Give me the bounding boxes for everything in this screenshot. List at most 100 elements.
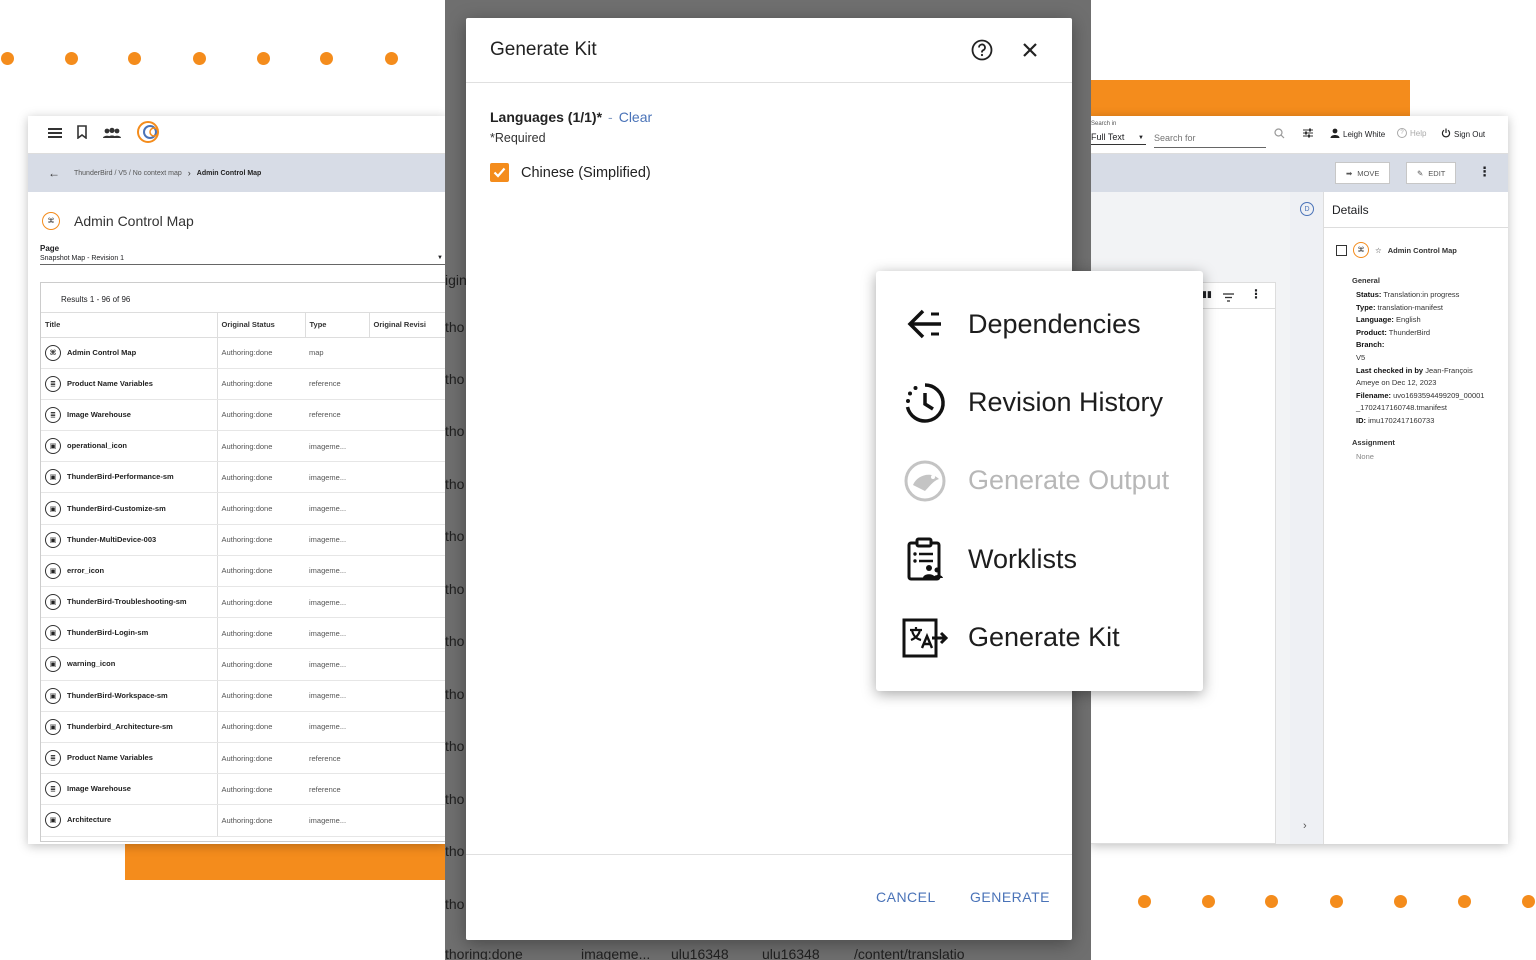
menu-item-label: Revision History xyxy=(968,387,1164,418)
table-row[interactable]: ▣ ThunderBird-Login-sm Authoring:done image… xyxy=(41,617,446,650)
table-row[interactable]: ▣ warning_icon Authoring:done imageme... xyxy=(41,648,446,681)
cell-title[interactable]: ▣ ThunderBird-Troubleshooting-sm xyxy=(41,586,217,619)
column-header-revision[interactable]: Original Revisi xyxy=(368,313,446,338)
details-field-key: Language: xyxy=(1356,315,1394,325)
help-icon: ? xyxy=(1397,128,1407,138)
cell-revision xyxy=(369,680,446,712)
breadcrumb-path[interactable]: ThunderBird / V5 / No context map xyxy=(74,170,182,177)
menu-item-worklists[interactable]: Worklists xyxy=(876,520,1203,598)
menu-item-generate-output[interactable]: Generate Output xyxy=(876,442,1203,520)
cell-title-text: error_icon xyxy=(67,565,105,575)
details-field: Branch: xyxy=(1336,339,1506,352)
search-in-select[interactable]: Full Text ▼ xyxy=(1091,132,1146,145)
image-icon: ▣ xyxy=(45,438,61,455)
table-row[interactable]: ▣ operational_icon Authoring:done imageme..… xyxy=(41,430,446,463)
table-row[interactable]: ▣ ThunderBird-Performance-sm Authoring:don… xyxy=(41,461,446,494)
power-icon xyxy=(1441,128,1451,140)
users-icon[interactable] xyxy=(102,126,122,144)
cell-title[interactable]: ≣ Product Name Variables xyxy=(41,742,217,775)
filter-settings-icon[interactable] xyxy=(1302,127,1314,141)
table-row[interactable]: ≣ Image Warehouse Authoring:done reference xyxy=(41,773,446,806)
image-icon: ▣ xyxy=(45,500,61,517)
cell-title[interactable]: ▣ operational_icon xyxy=(41,430,217,463)
more-vertical-icon[interactable]: ⋮ xyxy=(1478,164,1491,180)
help-link[interactable]: ? Help xyxy=(1397,128,1426,138)
columns-icon[interactable]: ▮▮ xyxy=(1202,289,1212,300)
map-icon: ⌘ xyxy=(1353,242,1369,258)
generate-button[interactable]: GENERATE xyxy=(970,889,1050,905)
cell-title[interactable]: ▣ Thunder-MultiDevice-003 xyxy=(41,524,217,556)
map-icon: ⌘ xyxy=(45,344,61,361)
cell-status: Authoring:done xyxy=(216,492,305,525)
table-row[interactable]: ▣ Thunder-MultiDevice-003 Authoring:done im… xyxy=(41,524,446,556)
sign-out-button[interactable]: Sign Out xyxy=(1441,128,1485,140)
cell-title[interactable]: ▣ error_icon xyxy=(41,555,217,588)
move-button[interactable]: ➡ MOVE xyxy=(1335,162,1391,184)
bookmark-icon[interactable] xyxy=(76,125,88,144)
cell-title[interactable]: ▣ Thunderbird_Architecture-sm xyxy=(41,711,217,743)
column-header-title[interactable]: Title xyxy=(41,313,217,338)
table-row[interactable]: ▣ Architecture Authoring:done imageme... xyxy=(41,804,446,837)
details-field-value: uvo1693594499209_00001 xyxy=(1393,390,1485,400)
details-field: Filename: uvo1693594499209_00001 xyxy=(1336,390,1506,403)
user-menu[interactable]: Leigh White xyxy=(1330,128,1385,140)
star-icon[interactable]: ☆ xyxy=(1375,246,1382,255)
cell-title[interactable]: ▣ ThunderBird-Customize-sm xyxy=(41,492,217,525)
select-checkbox[interactable] xyxy=(1336,244,1347,256)
table-row[interactable]: ≣ Product Name Variables Authoring:done ref… xyxy=(41,742,446,775)
table-row[interactable]: ≣ Image Warehouse Authoring:done reference xyxy=(41,399,446,432)
back-arrow-icon[interactable]: ← xyxy=(48,166,60,180)
search-input[interactable] xyxy=(1154,128,1266,148)
search-icon[interactable] xyxy=(1274,128,1285,141)
details-rail-badge[interactable]: D xyxy=(1300,202,1314,216)
cell-title[interactable]: ⌘ Admin Control Map xyxy=(41,337,217,369)
language-checkbox[interactable] xyxy=(490,163,509,182)
clear-link[interactable]: Clear xyxy=(619,109,652,125)
language-option[interactable]: Chinese (Simplified) xyxy=(466,145,1072,182)
table-row[interactable]: ▣ Thunderbird_Architecture-sm Authoring:do… xyxy=(41,711,446,743)
results-table: Title Original Status Type Original Revi… xyxy=(41,313,446,837)
image-icon: ▣ xyxy=(45,812,61,829)
table-row[interactable]: ▣ error_icon Authoring:done imageme... xyxy=(41,555,446,588)
column-header-status[interactable]: Original Status xyxy=(216,313,305,338)
cell-title[interactable]: ▣ ThunderBird-Performance-sm xyxy=(41,461,217,494)
table-row[interactable]: ▣ ThunderBird-Troubleshooting-sm Authoring… xyxy=(41,586,446,619)
hamburger-menu-icon[interactable] xyxy=(48,126,62,144)
cell-title[interactable]: ▣ warning_icon xyxy=(41,648,217,681)
grid-more-icon[interactable]: ⋮ xyxy=(1250,287,1262,301)
menu-item-dependencies[interactable]: Dependencies xyxy=(876,285,1203,363)
cell-type: imageme... xyxy=(305,524,369,556)
cancel-button[interactable]: CANCEL xyxy=(876,889,936,905)
cell-title[interactable]: ▣ ThunderBird-Login-sm xyxy=(41,617,217,650)
column-header-type[interactable]: Type xyxy=(304,313,369,338)
cell-status: Authoring:done xyxy=(216,461,305,494)
cell-revision xyxy=(369,773,446,806)
help-circle-icon[interactable] xyxy=(964,32,1000,68)
page-select[interactable]: Snapshot Map - Revision 1 ▼ xyxy=(40,255,445,265)
table-row[interactable]: ▣ ThunderBird-Customize-sm Authoring:done i… xyxy=(41,492,446,525)
table-row[interactable]: ▣ ThunderBird-Workspace-sm Authoring:done i… xyxy=(41,680,446,712)
image-icon: ▣ xyxy=(45,656,61,673)
close-icon[interactable] xyxy=(1012,32,1048,68)
cell-title[interactable]: ▣ Architecture xyxy=(41,804,217,837)
cell-title[interactable]: ≣ Image Warehouse xyxy=(41,773,217,806)
details-field: Type: translation-manifest xyxy=(1336,302,1506,315)
details-body: ⌘ ☆ Admin Control Map General Status: Tr… xyxy=(1336,242,1506,463)
filter-icon[interactable] xyxy=(1223,289,1234,307)
bg-text: ulu16348 xyxy=(671,946,729,960)
arrow-left-icon xyxy=(902,301,948,347)
details-field-key: ID: xyxy=(1356,415,1366,425)
cell-title-text: Product Name Variables xyxy=(67,378,153,388)
cell-title[interactable]: ≣ Image Warehouse xyxy=(41,399,217,432)
cell-type: reference xyxy=(305,368,369,400)
cell-title-text: ThunderBird-Troubleshooting-sm xyxy=(67,597,187,607)
cell-title[interactable]: ▣ ThunderBird-Workspace-sm xyxy=(41,680,217,712)
menu-item-revision-history[interactable]: Revision History xyxy=(876,363,1203,441)
menu-item-generate-kit[interactable]: Generate Kit xyxy=(876,599,1203,677)
table-row[interactable]: ≣ Product Name Variables Authoring:done ref… xyxy=(41,368,446,400)
cell-title[interactable]: ≣ Product Name Variables xyxy=(41,368,217,400)
edit-button[interactable]: ✎ EDIT xyxy=(1406,162,1457,184)
generate-output-icon xyxy=(902,458,948,504)
chevron-right-icon[interactable]: › xyxy=(1303,820,1307,832)
table-row[interactable]: ⌘ Admin Control Map Authoring:done map xyxy=(41,337,446,369)
